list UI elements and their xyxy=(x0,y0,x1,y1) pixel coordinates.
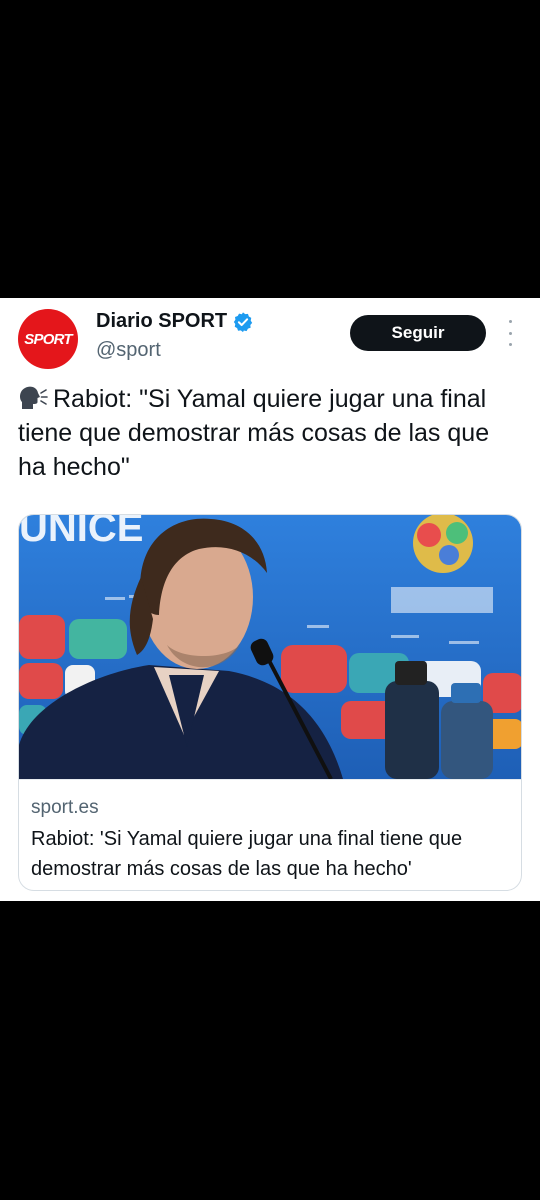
preview-divider xyxy=(19,779,521,780)
more-options-icon[interactable] xyxy=(502,320,518,346)
svg-text:UNICE: UNICE xyxy=(19,515,143,550)
follow-button[interactable]: Seguir xyxy=(350,315,486,351)
display-name[interactable]: Diario SPORT xyxy=(96,310,227,333)
press-conference-photo[interactable]: UNICE xyxy=(19,515,522,779)
more-dot xyxy=(508,343,512,346)
preview-headline[interactable]: Rabiot: 'Si Yamal quiere jugar una final… xyxy=(31,824,516,884)
avatar[interactable]: SPORT xyxy=(18,309,78,369)
link-preview-card[interactable]: UNICE sport.es Rabiot: 'Si Yamal quiere … xyxy=(18,514,522,891)
tweet-body: Rabiot: "Si Yamal quiere jugar una final… xyxy=(18,385,490,481)
handle[interactable]: @sport xyxy=(96,339,161,362)
tweet-text: Rabiot: "Si Yamal quiere jugar una final… xyxy=(18,382,523,484)
avatar-logo-text: SPORT xyxy=(24,330,72,348)
more-dot xyxy=(508,320,512,323)
speaking-head-icon xyxy=(20,386,48,409)
verified-badge-icon xyxy=(233,311,253,332)
tweet-card[interactable]: SPORT Diario SPORT @sport Seguir Rabiot:… xyxy=(0,298,540,901)
more-dot xyxy=(508,331,512,335)
preview-domain[interactable]: sport.es xyxy=(31,797,99,819)
author-name-row[interactable]: Diario SPORT xyxy=(96,310,254,333)
